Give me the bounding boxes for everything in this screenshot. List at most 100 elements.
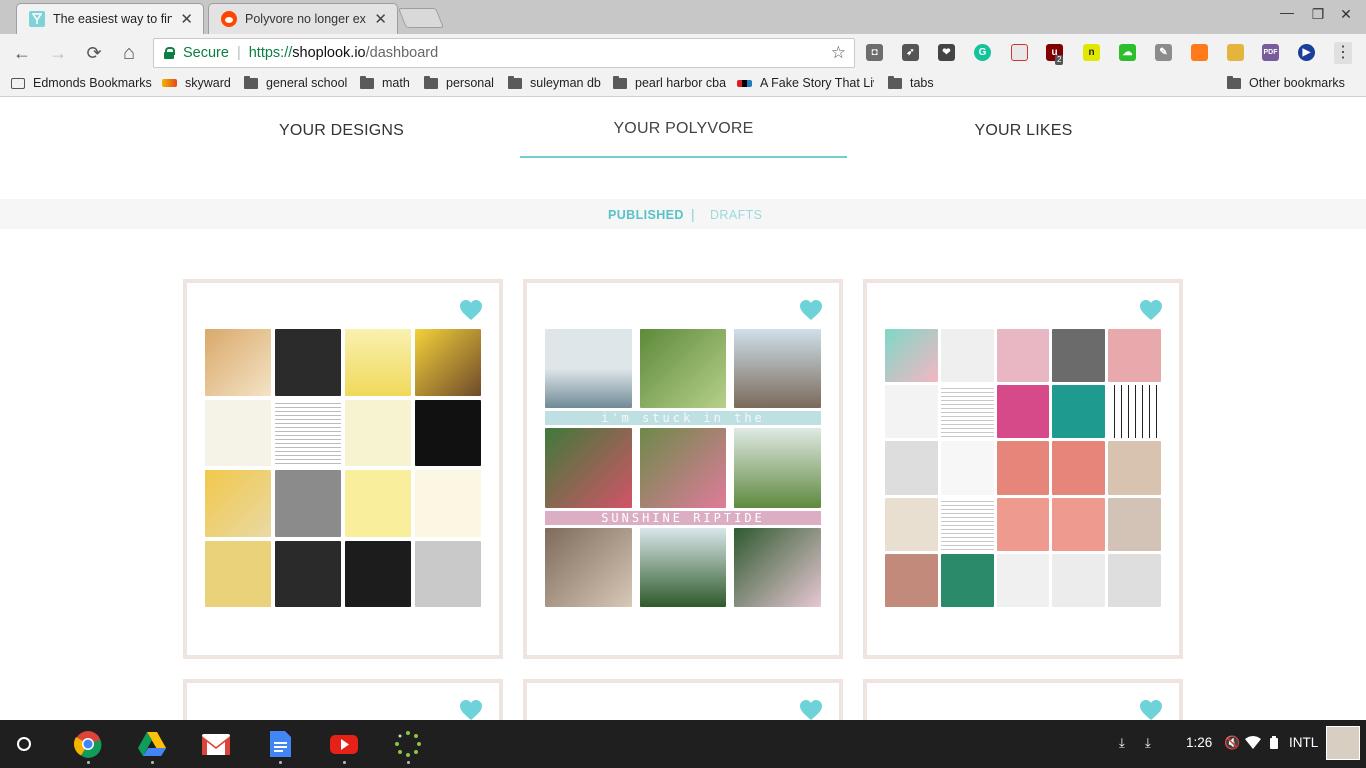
avatar[interactable]	[1326, 726, 1360, 760]
close-tab-icon[interactable]: ✕	[180, 10, 193, 28]
cloud-extension-icon[interactable]: ☁	[1119, 44, 1136, 61]
keyboard-locale[interactable]: INTL	[1289, 735, 1318, 750]
bookmark-pearl-harbor-cba[interactable]: pearl harbor cba	[613, 75, 727, 90]
bookmark-label: A Fake Story That Liv	[760, 76, 874, 90]
folder-icon	[360, 75, 374, 89]
tab-your-polyvore[interactable]: YOUR POLYVORE	[520, 120, 847, 138]
folder-icon	[1227, 75, 1241, 89]
app-running-dot	[407, 761, 410, 764]
design-card[interactable]	[863, 279, 1183, 659]
heart-icon[interactable]	[459, 699, 483, 720]
active-tab-underline	[520, 156, 847, 158]
url-scheme: https://	[248, 45, 293, 61]
app-running-dot	[87, 761, 90, 764]
bookmark-other[interactable]: Other bookmarks	[1227, 75, 1345, 90]
reddit-icon	[221, 11, 237, 27]
design-card[interactable]	[183, 279, 503, 659]
reload-icon[interactable]: ⟳	[83, 42, 105, 64]
bookmark-label: math	[382, 76, 410, 90]
heart-icon[interactable]	[1139, 299, 1163, 321]
bookmark-edmonds[interactable]: Edmonds Bookmarks	[11, 76, 152, 90]
bookmark-star-icon[interactable]: ☆	[831, 43, 846, 63]
tab-your-designs[interactable]: YOUR DESIGNS	[178, 122, 505, 140]
launcher-icon[interactable]	[17, 737, 31, 751]
bookmark-skyward[interactable]: skyward	[162, 76, 231, 90]
mute-icon[interactable]: 🔇	[1224, 735, 1240, 751]
home-icon[interactable]: ⌂	[118, 42, 140, 64]
bookmark-label: Edmonds Bookmarks	[33, 76, 152, 90]
rocket-extension-icon[interactable]: ➶	[902, 44, 919, 61]
npr-icon	[737, 79, 752, 87]
colorbars-extension-icon[interactable]	[1227, 44, 1244, 61]
bookmarks-bar: Edmonds Bookmarks skyward general school…	[0, 72, 1366, 97]
chrome-icon[interactable]	[73, 730, 103, 758]
pdf-extension-icon[interactable]: PDF	[1262, 44, 1279, 61]
tab-your-likes[interactable]: YOUR LIKES	[860, 122, 1187, 140]
design-card[interactable]: i'm stuck in the SUNSHINE RIPTIDE	[523, 279, 843, 659]
grammarly-extension-icon[interactable]: G	[974, 44, 991, 61]
browser-tab-reddit[interactable]: Polyvore no longer exist ✕	[208, 3, 398, 34]
address-bar[interactable]: Secure | https:// shoplook.io /dashboard…	[153, 38, 855, 68]
loading-icon[interactable]	[393, 730, 423, 758]
new-tab-button[interactable]	[397, 8, 445, 28]
app-running-dot	[151, 761, 154, 764]
url-path: /dashboard	[365, 45, 439, 61]
bookmark-suleyman-db[interactable]: suleyman db	[508, 75, 601, 90]
collage-image	[885, 329, 1161, 607]
omnibox-divider: |	[236, 45, 241, 61]
bookmark-personal[interactable]: personal	[424, 75, 494, 90]
back-icon[interactable]: ←	[11, 42, 33, 64]
heart-icon[interactable]	[799, 699, 823, 720]
lock-icon	[164, 47, 175, 59]
battery-icon[interactable]	[1270, 736, 1278, 749]
bookmark-tabs[interactable]: tabs	[888, 75, 934, 90]
app-running-dot	[343, 761, 346, 764]
play-extension-icon[interactable]: ▶	[1298, 44, 1315, 61]
browser-tab-shoplook[interactable]: The easiest way to find t ✕	[16, 3, 204, 34]
chrome-menu-icon[interactable]: ⋮	[1334, 42, 1352, 64]
gmail-icon[interactable]	[201, 730, 231, 758]
bookmark-label: tabs	[910, 76, 934, 90]
publish-filter-bar: PUBLISHED | DRAFTS	[0, 199, 1366, 229]
heart-icon[interactable]	[459, 299, 483, 321]
bookmark-general-school[interactable]: general school	[244, 75, 348, 90]
download-icon[interactable]: ⤓	[1119, 735, 1125, 751]
bookmark-fake-story[interactable]: A Fake Story That Liv	[737, 76, 874, 90]
bookmark-math[interactable]: math	[360, 75, 410, 90]
heart-icon[interactable]	[1139, 699, 1163, 720]
bookmark-label: Other bookmarks	[1249, 76, 1345, 90]
design-card[interactable]	[523, 679, 843, 720]
highlighter-extension-icon[interactable]	[1191, 44, 1208, 61]
tab-title: The easiest way to find t	[53, 12, 173, 26]
forward-icon[interactable]: →	[47, 42, 69, 64]
design-card[interactable]	[183, 679, 503, 720]
bookmark-label: pearl harbor cba	[635, 76, 727, 90]
wifi-icon[interactable]	[1245, 736, 1261, 749]
ublock-badge: 2	[1055, 55, 1064, 65]
close-tab-icon[interactable]: ✕	[374, 10, 387, 28]
calendar-extension-icon[interactable]	[1011, 44, 1028, 61]
bookmark-label: general school	[266, 76, 348, 90]
filter-published[interactable]: PUBLISHED	[608, 208, 684, 222]
download-icon[interactable]: ⤓	[1145, 735, 1151, 751]
url-host: shoplook.io	[292, 45, 366, 61]
design-card[interactable]	[863, 679, 1183, 720]
camera-extension-icon[interactable]: ◘	[866, 44, 883, 61]
restore-icon[interactable]: ❐	[1308, 6, 1328, 23]
apps-icon	[11, 77, 25, 89]
heart-icon[interactable]	[799, 299, 823, 321]
folder-icon	[424, 75, 438, 89]
notability-extension-icon[interactable]: n	[1083, 44, 1100, 61]
pocket-extension-icon[interactable]: ❤	[938, 44, 955, 61]
filter-drafts[interactable]: DRAFTS	[710, 208, 762, 222]
dashboard-page: YOUR DESIGNS YOUR POLYVORE YOUR LIKES PU…	[0, 98, 1366, 720]
pen-extension-icon[interactable]: ✎	[1155, 44, 1172, 61]
docs-icon[interactable]	[265, 730, 295, 758]
clock[interactable]: 1:26	[1186, 735, 1212, 750]
bookmark-label: personal	[446, 76, 494, 90]
youtube-icon[interactable]	[329, 730, 359, 758]
drive-icon[interactable]	[137, 730, 167, 758]
close-window-icon[interactable]: ✕	[1336, 6, 1356, 23]
minimize-icon[interactable]: —	[1277, 4, 1297, 20]
chromeos-shelf: ⤓ ⤓ 1:26 🔇 INTL	[0, 720, 1366, 768]
